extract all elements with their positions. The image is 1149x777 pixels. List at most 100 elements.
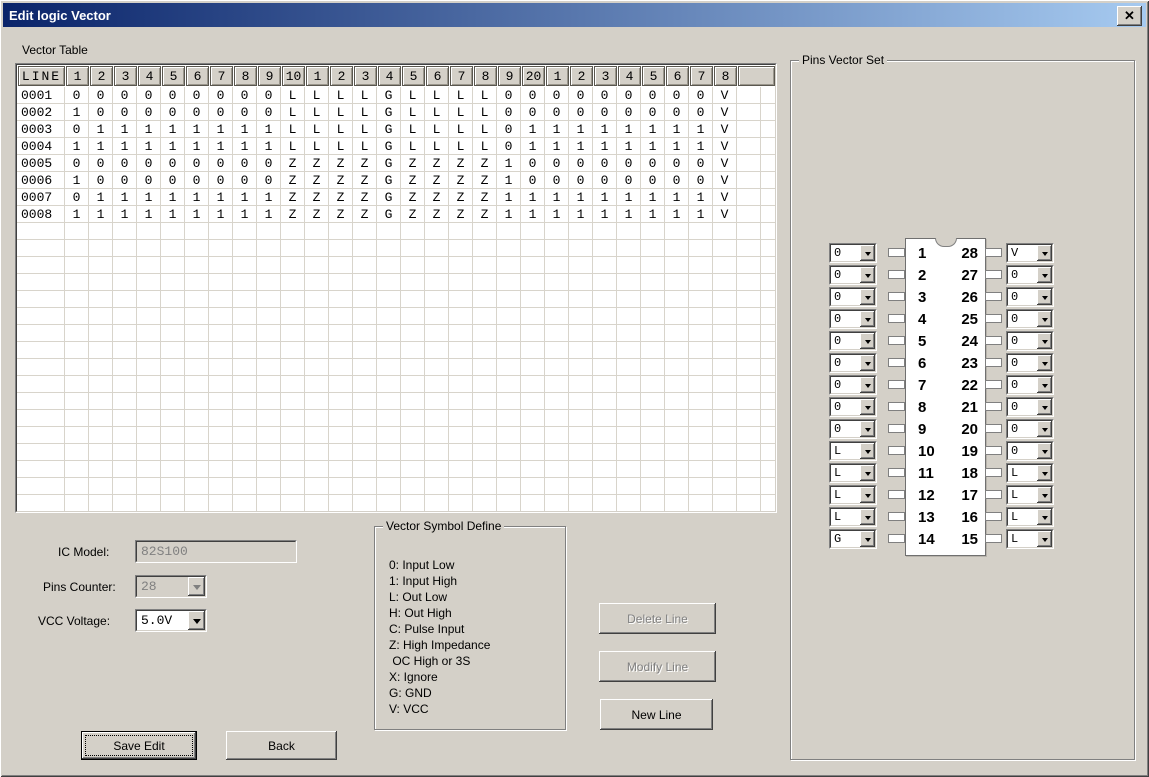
vector-cell[interactable]: Z [449, 189, 473, 206]
vector-cell[interactable]: L [401, 87, 425, 104]
vector-cell[interactable] [209, 410, 233, 427]
vector-cell[interactable]: L [329, 121, 353, 138]
vector-cell[interactable] [353, 342, 377, 359]
chevron-down-icon[interactable] [860, 487, 875, 503]
vector-cell[interactable]: 1 [521, 138, 545, 155]
pin-2-combo[interactable]: 0 [829, 265, 877, 285]
vector-cell[interactable] [353, 461, 377, 478]
vector-cell[interactable] [713, 461, 737, 478]
vector-cell[interactable]: L [281, 104, 305, 121]
vector-cell[interactable]: L [401, 121, 425, 138]
vector-cell[interactable]: 0 [89, 172, 113, 189]
vector-cell[interactable] [137, 223, 161, 240]
vector-cell[interactable] [713, 478, 737, 495]
chevron-down-icon[interactable] [860, 377, 875, 393]
vector-cell[interactable] [281, 495, 305, 512]
vector-cell[interactable]: G [377, 155, 401, 172]
vector-cell[interactable] [353, 223, 377, 240]
vector-cell[interactable] [65, 342, 89, 359]
line-number-cell[interactable] [17, 393, 65, 410]
vector-cell[interactable] [425, 325, 449, 342]
vector-cell[interactable] [713, 427, 737, 444]
vector-cell[interactable] [137, 427, 161, 444]
vector-cell[interactable] [209, 427, 233, 444]
vector-cell[interactable]: 1 [497, 206, 521, 223]
vector-cell[interactable] [473, 495, 497, 512]
vector-cell[interactable]: 0 [545, 172, 569, 189]
vector-cell[interactable]: 1 [617, 121, 641, 138]
vector-cell[interactable]: G [377, 104, 401, 121]
vector-cell[interactable] [617, 325, 641, 342]
vector-cell[interactable] [281, 291, 305, 308]
vector-cell[interactable] [185, 376, 209, 393]
vector-cell[interactable] [257, 223, 281, 240]
vector-cell[interactable] [569, 291, 593, 308]
vector-cell[interactable] [665, 325, 689, 342]
vector-cell[interactable] [257, 393, 281, 410]
vector-cell[interactable]: L [473, 104, 497, 121]
line-number-cell[interactable] [17, 291, 65, 308]
vector-cell[interactable]: 0 [233, 104, 257, 121]
pin-3-combo[interactable]: 0 [829, 287, 877, 307]
vector-cell[interactable] [425, 359, 449, 376]
vector-cell[interactable]: 0 [113, 172, 137, 189]
pin-column-header-8[interactable]: 8 [234, 66, 257, 86]
line-column-header[interactable]: LINE [18, 66, 65, 86]
vector-cell[interactable]: 0 [113, 87, 137, 104]
vector-cell[interactable] [497, 240, 521, 257]
pin-25-combo[interactable]: 0 [1006, 309, 1054, 329]
vector-cell[interactable]: 1 [545, 189, 569, 206]
vector-cell[interactable]: 1 [137, 206, 161, 223]
title-bar[interactable]: Edit logic Vector ✕ [3, 3, 1146, 27]
vector-cell[interactable]: 1 [497, 172, 521, 189]
vector-cell[interactable] [185, 427, 209, 444]
vector-cell[interactable] [617, 274, 641, 291]
vector-cell[interactable] [257, 274, 281, 291]
vector-cell[interactable]: Z [305, 206, 329, 223]
vector-cell[interactable] [545, 444, 569, 461]
vector-cell[interactable] [521, 274, 545, 291]
vector-cell[interactable]: 0 [233, 155, 257, 172]
vector-cell[interactable] [545, 240, 569, 257]
vector-cell[interactable] [185, 393, 209, 410]
vector-cell[interactable]: Z [473, 206, 497, 223]
vector-cell[interactable]: Z [281, 172, 305, 189]
vector-cell[interactable] [737, 308, 761, 325]
vector-cell[interactable]: 0 [689, 87, 713, 104]
vector-cell[interactable]: 1 [641, 206, 665, 223]
vector-cell[interactable] [617, 257, 641, 274]
vector-cell[interactable]: 1 [89, 189, 113, 206]
chevron-down-icon[interactable] [1037, 377, 1052, 393]
vector-cell[interactable] [689, 478, 713, 495]
vector-cell[interactable] [161, 291, 185, 308]
vector-cell[interactable] [641, 342, 665, 359]
back-button[interactable]: Back [226, 731, 337, 760]
vector-cell[interactable] [737, 376, 761, 393]
vector-cell[interactable] [737, 478, 761, 495]
vector-cell[interactable]: 0 [689, 155, 713, 172]
vector-cell[interactable]: 0 [137, 172, 161, 189]
chevron-down-icon[interactable] [1037, 465, 1052, 481]
vector-cell[interactable] [713, 291, 737, 308]
vector-cell[interactable] [617, 478, 641, 495]
vector-cell[interactable]: 1 [593, 121, 617, 138]
vector-cell[interactable]: 1 [521, 121, 545, 138]
vector-cell[interactable] [641, 427, 665, 444]
vcc-voltage-dropdown-button[interactable] [188, 611, 205, 630]
vector-cell[interactable] [113, 257, 137, 274]
vector-cell[interactable]: 1 [689, 121, 713, 138]
vector-cell[interactable]: 0 [665, 172, 689, 189]
line-number-cell[interactable]: 0007 [17, 189, 65, 206]
vector-cell[interactable] [689, 291, 713, 308]
vector-cell[interactable] [473, 410, 497, 427]
vector-cell[interactable]: V [713, 172, 737, 189]
vector-cell[interactable]: 1 [233, 189, 257, 206]
vector-cell[interactable]: L [281, 121, 305, 138]
vector-cell[interactable] [473, 342, 497, 359]
vector-cell[interactable] [521, 495, 545, 512]
vector-cell[interactable]: 0 [545, 104, 569, 121]
vector-cell[interactable] [353, 427, 377, 444]
vector-cell[interactable] [641, 495, 665, 512]
line-number-cell[interactable] [17, 410, 65, 427]
vector-cell[interactable]: 0 [521, 87, 545, 104]
